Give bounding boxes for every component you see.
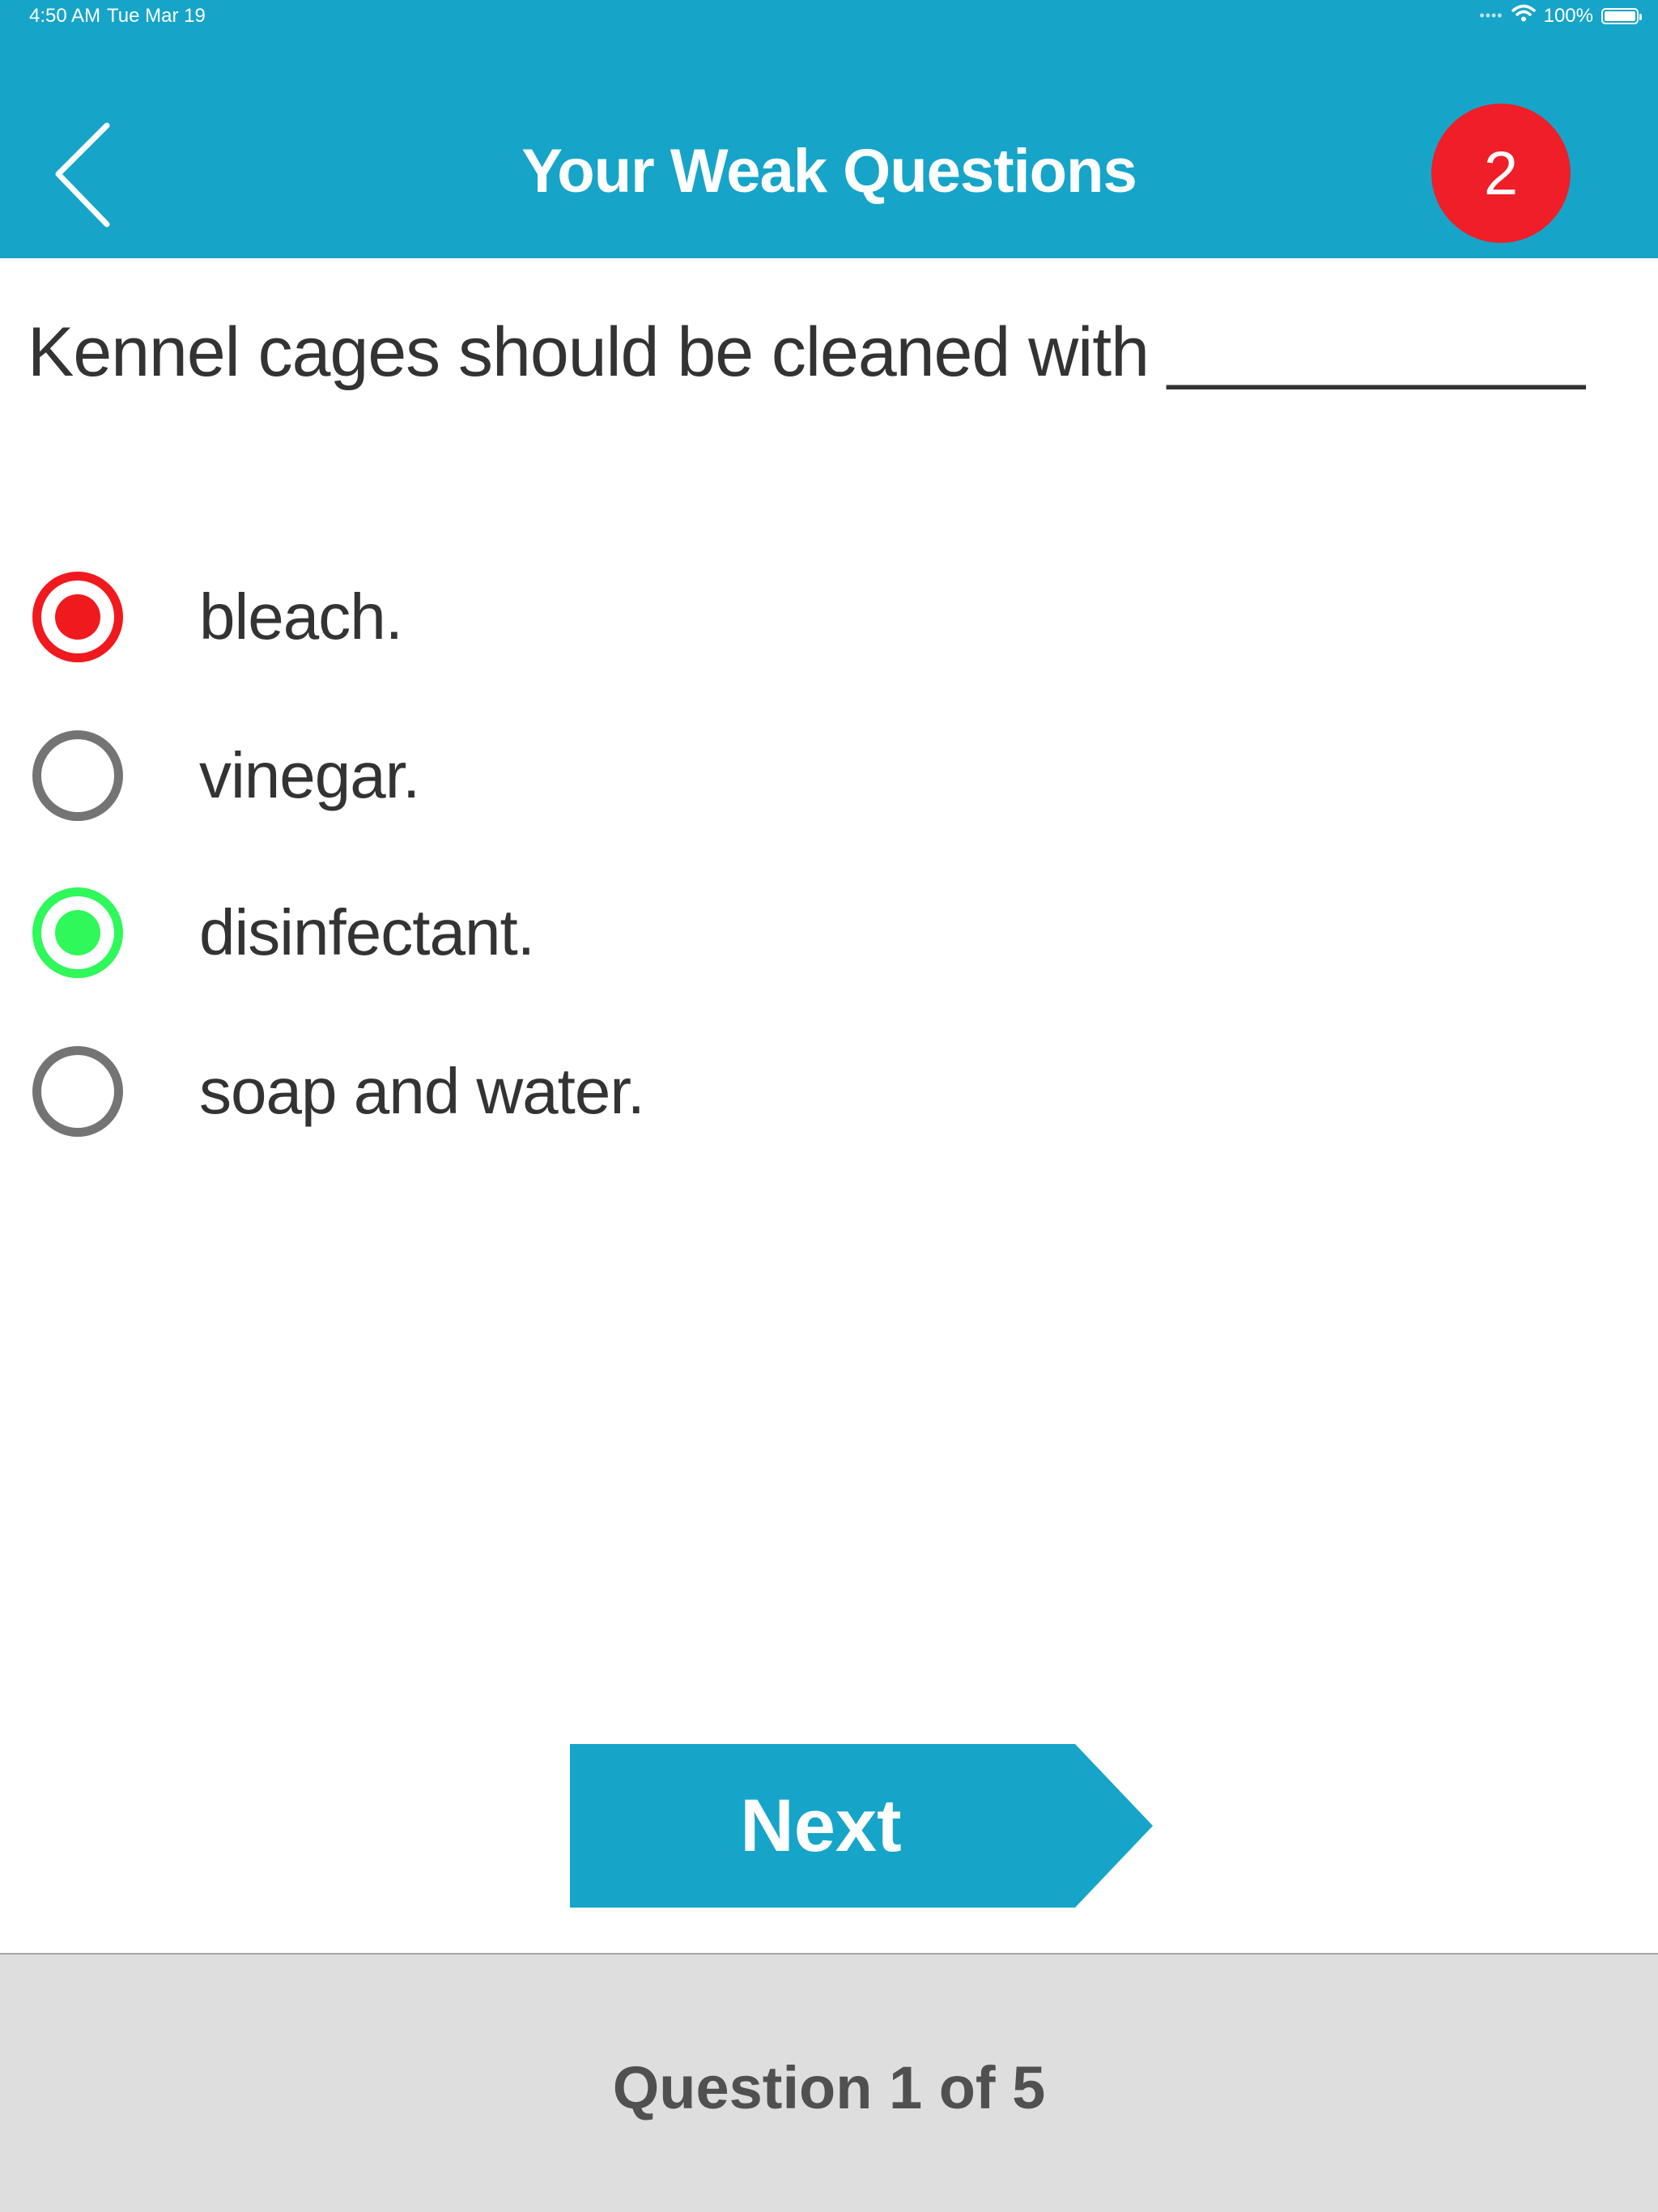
radio-correct-icon[interactable] — [32, 887, 123, 978]
status-date: Tue Mar 19 — [107, 5, 206, 27]
next-button-label: Next — [740, 1784, 902, 1867]
status-right-group: •••• 100% — [1479, 3, 1642, 28]
answer-option-disinfectant[interactable]: disinfectant. — [32, 876, 535, 989]
footer-bar: Question 1 of 5 — [0, 1953, 1658, 2212]
answer-option-soap-and-water[interactable]: soap and water. — [32, 1035, 645, 1148]
answer-label: soap and water. — [199, 1055, 645, 1127]
next-button[interactable]: Next — [570, 1744, 1153, 1908]
wifi-icon — [1511, 3, 1536, 28]
radio-dot — [55, 910, 100, 955]
battery-tip — [1639, 13, 1642, 20]
header-bar: 4:50 AM Tue Mar 19 •••• 100% Your Weak Q… — [0, 0, 1658, 258]
status-bar: 4:50 AM Tue Mar 19 •••• 100% — [0, 0, 1658, 32]
battery-full-icon — [1601, 7, 1642, 24]
battery-percent: 100% — [1543, 4, 1593, 27]
radio-unselected-icon[interactable] — [32, 730, 123, 821]
answer-option-bleach[interactable]: bleach. — [32, 560, 403, 674]
radio-selected-wrong-icon[interactable] — [32, 572, 123, 662]
status-time: 4:50 AM — [29, 5, 101, 27]
radio-dot — [55, 594, 100, 640]
answer-option-vinegar[interactable]: vinegar. — [32, 719, 420, 832]
answer-label: bleach. — [199, 581, 403, 653]
answer-label: disinfectant. — [199, 896, 535, 968]
cellular-dots-icon: •••• — [1479, 7, 1503, 23]
question-text: Kennel cages should be cleaned with ____… — [28, 313, 1585, 391]
answer-label: vinegar. — [199, 739, 420, 811]
weak-question-count-badge: 2 — [1431, 104, 1571, 243]
question-progress: Question 1 of 5 — [612, 2054, 1046, 2121]
battery-fill — [1605, 11, 1635, 21]
radio-unselected-icon[interactable] — [32, 1046, 123, 1137]
page-title: Your Weak Questions — [521, 137, 1137, 206]
